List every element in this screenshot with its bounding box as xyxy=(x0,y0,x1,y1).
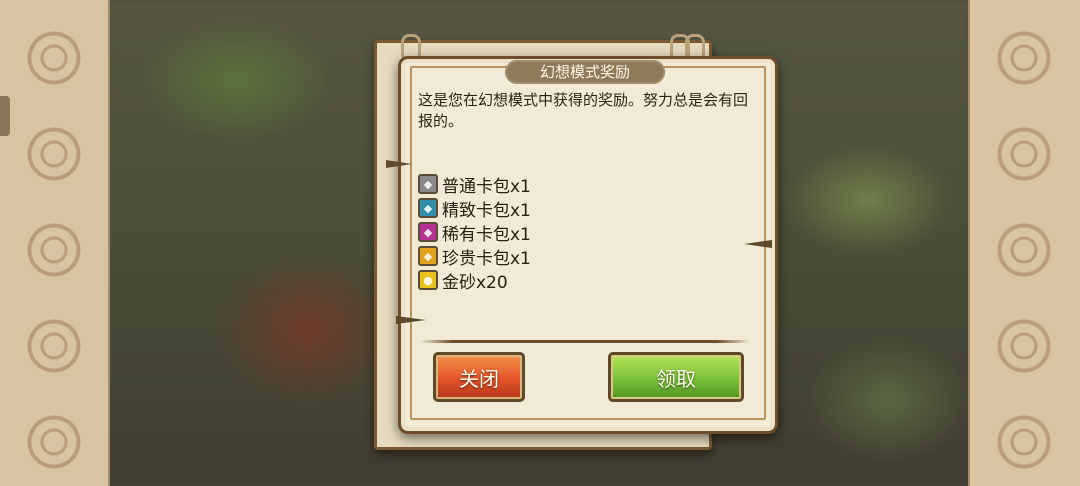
reward-label: 珍贵卡包x1 xyxy=(442,248,531,269)
reward-label: 普通卡包x1 xyxy=(442,176,531,197)
precious-card-pack-icon: ◆ xyxy=(418,246,438,266)
reward-label: 稀有卡包x1 xyxy=(442,224,531,245)
reward-label: 精致卡包x1 xyxy=(442,200,531,221)
page-tear-decoration xyxy=(396,316,426,324)
game-screen: 幻想模式奖励 这是您在幻想模式中获得的奖励。努力总是会有回报的。 ◆ 普通卡包x… xyxy=(0,0,1080,486)
page-tear-decoration xyxy=(386,160,412,168)
side-tab-handle[interactable] xyxy=(0,96,10,136)
gold-sand-icon: ● xyxy=(418,270,438,290)
page-tear-decoration xyxy=(744,240,772,248)
reward-item-rare-card-pack: ◆ 稀有卡包x1 xyxy=(418,220,531,245)
left-decorative-panel xyxy=(0,0,110,486)
dialog-title: 幻想模式奖励 xyxy=(505,60,665,84)
right-decorative-panel xyxy=(968,0,1080,486)
common-card-pack-icon: ◆ xyxy=(418,174,438,194)
reward-item-precious-card-pack: ◆ 珍贵卡包x1 xyxy=(418,244,531,269)
close-button[interactable]: 关闭 xyxy=(433,352,525,402)
claim-button[interactable]: 领取 xyxy=(608,352,744,402)
rare-card-pack-icon: ◆ xyxy=(418,222,438,242)
reward-item-fine-card-pack: ◆ 精致卡包x1 xyxy=(418,196,531,221)
dialog-divider xyxy=(420,340,750,343)
reward-label: 金砂x20 xyxy=(442,272,508,293)
dialog-description: 这是您在幻想模式中获得的奖励。努力总是会有回报的。 xyxy=(418,91,749,130)
fine-card-pack-icon: ◆ xyxy=(418,198,438,218)
reward-list: ◆ 普通卡包x1 ◆ 精致卡包x1 ◆ 稀有卡包x1 ◆ 珍贵卡包x1 ● 金砂… xyxy=(418,172,531,293)
reward-item-common-card-pack: ◆ 普通卡包x1 xyxy=(418,172,531,197)
reward-item-gold-sand: ● 金砂x20 xyxy=(418,268,531,293)
